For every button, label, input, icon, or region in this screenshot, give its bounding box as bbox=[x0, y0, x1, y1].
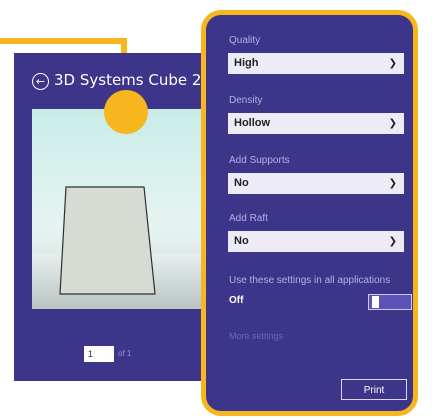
raft-label: Add Raft bbox=[229, 213, 268, 224]
density-label: Density bbox=[229, 95, 263, 106]
preview-object bbox=[59, 186, 156, 295]
quality-value: High bbox=[234, 57, 259, 69]
supports-select[interactable]: No ❯ bbox=[228, 173, 404, 194]
apply-all-state: Off bbox=[229, 295, 244, 306]
apply-all-toggle[interactable] bbox=[368, 294, 412, 310]
callout-marker bbox=[104, 90, 148, 134]
more-settings-link[interactable]: More settings bbox=[229, 331, 283, 341]
quality-select[interactable]: High ❯ bbox=[228, 53, 404, 74]
density-value: Hollow bbox=[234, 117, 271, 129]
toggle-knob[interactable] bbox=[372, 296, 379, 308]
chevron-down-icon: ❯ bbox=[388, 58, 397, 69]
page-number-input[interactable]: 1 bbox=[84, 346, 114, 362]
callout-connector-line bbox=[0, 38, 127, 44]
print-preview-image bbox=[32, 109, 212, 309]
chevron-down-icon: ❯ bbox=[388, 118, 397, 129]
density-select[interactable]: Hollow ❯ bbox=[228, 113, 404, 134]
print-button[interactable]: Print bbox=[341, 379, 407, 400]
apply-all-label: Use these settings in all applications bbox=[229, 275, 391, 286]
supports-label: Add Supports bbox=[229, 155, 290, 166]
printer-title: 3D Systems Cube 2 bbox=[54, 71, 202, 89]
raft-value: No bbox=[234, 235, 249, 247]
chevron-down-icon: ❯ bbox=[388, 236, 397, 247]
chevron-down-icon: ❯ bbox=[388, 178, 397, 189]
quality-label: Quality bbox=[229, 35, 261, 46]
supports-value: No bbox=[234, 177, 249, 189]
page-count-label: of 1 bbox=[118, 349, 132, 358]
back-arrow-icon[interactable]: ← bbox=[32, 73, 49, 90]
raft-select[interactable]: No ❯ bbox=[228, 231, 404, 252]
printer-settings-panel: Quality High ❯ Density Hollow ❯ Add Supp… bbox=[201, 10, 418, 416]
